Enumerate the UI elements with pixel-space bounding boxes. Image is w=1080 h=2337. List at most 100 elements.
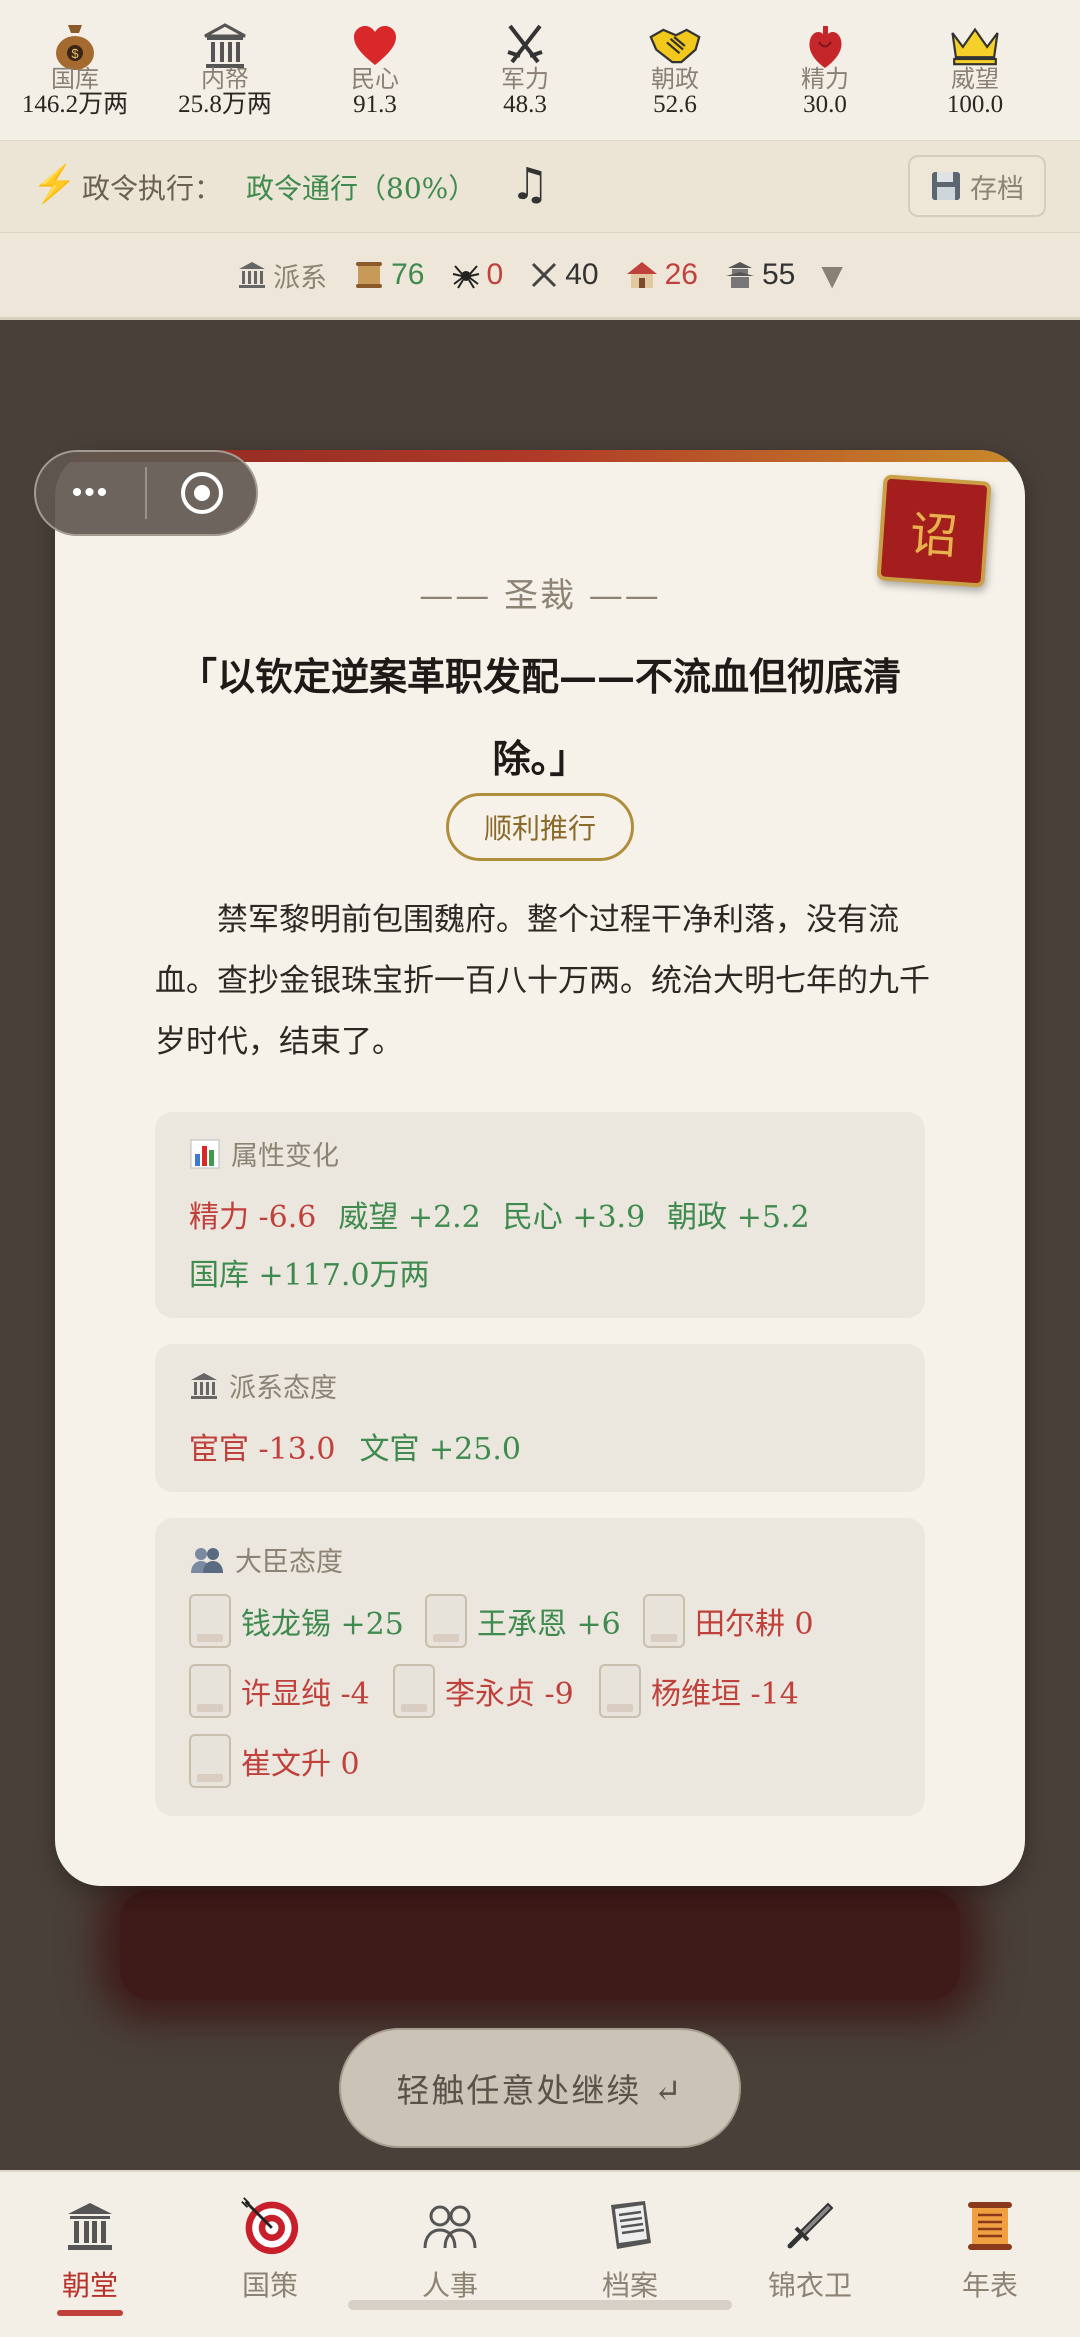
attribute-change: 威望 +2.2 [338, 1200, 481, 1235]
faction-label: 派系 [237, 256, 327, 295]
minister-entry[interactable]: 杨维垣 -14 [599, 1664, 799, 1718]
archive-icon [600, 2196, 660, 2256]
stat-label: 精力 [801, 65, 849, 93]
faction-label-text: 派系 [273, 262, 328, 294]
stat-label: 国库 [51, 65, 99, 93]
minister-portrait [643, 1594, 685, 1648]
floppy-disk-icon [932, 172, 960, 200]
nav-item-court[interactable]: 朝堂 [0, 2172, 180, 2337]
chevron-down-icon[interactable]: ▼ [821, 259, 843, 292]
stat-court[interactable]: 朝政 52.6 [600, 0, 750, 140]
minister-change: 李永贞 -9 [445, 1677, 574, 1712]
stats-bar: $ 国库 146.2万两 内帑 25.8万两 民心 91.3 军力 48.3 朝… [0, 0, 1080, 140]
minister-portrait [189, 1664, 231, 1718]
result-badge: 顺利推行 [446, 793, 634, 861]
minister-entry[interactable]: 许显纯 -4 [189, 1664, 370, 1718]
minister-entry[interactable]: 田尔耕 0 [643, 1594, 814, 1648]
temple-icon [239, 262, 266, 288]
attribute-row: 国库 +117.0万两 [189, 1250, 430, 1294]
nav-item-personnel[interactable]: 人事 [360, 2172, 540, 2337]
minister-entry[interactable]: 崔文升 0 [189, 1734, 360, 1788]
music-note-icon[interactable]: ♫ [510, 159, 549, 210]
minister-entry[interactable]: 王承恩 +6 [425, 1594, 621, 1648]
faction-header-label: 派系态度 [229, 1373, 337, 1404]
nav-label: 国策 [241, 2269, 298, 2302]
faction-eunuchs: 55 [724, 258, 795, 292]
stat-popularity[interactable]: 民心 91.3 [300, 0, 450, 140]
stat-label: 军力 [501, 65, 549, 93]
minister-change: 杨维垣 -14 [651, 1677, 799, 1712]
minister-change: 崔文升 0 [241, 1747, 360, 1782]
close-target-icon[interactable] [147, 470, 256, 516]
nav-item-timeline[interactable]: 年表 [900, 2172, 1080, 2337]
minister-change: 钱龙锡 +25 [241, 1607, 404, 1642]
dagger-icon [780, 2196, 840, 2256]
bar-chart-icon [190, 1139, 220, 1168]
faction-change: 宦官 -13.0 [189, 1432, 336, 1467]
scroll-icon [356, 262, 383, 288]
stat-value: 48.3 [503, 91, 547, 118]
minister-header-label: 大臣态度 [235, 1547, 343, 1578]
nav-item-guard[interactable]: 锦衣卫 [720, 2172, 900, 2337]
faction-value: 55 [761, 258, 796, 291]
minister-change: 许显纯 -4 [241, 1677, 370, 1712]
minister-change: 王承恩 +6 [477, 1607, 621, 1642]
narrative-text: 禁军黎明前包围魏府。整个过程干净利落，没有流血。查抄金银珠宝折一百八十万两。统治… [155, 902, 930, 1060]
stat-prestige[interactable]: 威望 100.0 [900, 0, 1050, 140]
bottom-nav: 朝堂 国策 人事 档案 锦衣卫 年表 [0, 2170, 1080, 2337]
faction-change-row: 宦官 -13.0 文官 +25.0 [189, 1424, 521, 1468]
people-icon [191, 1547, 223, 1573]
attribute-change: 民心 +3.9 [502, 1200, 646, 1235]
minister-change: 田尔耕 0 [695, 1607, 814, 1642]
stat-inner-treasury[interactable]: 内帑 25.8万两 [150, 0, 300, 140]
faction-value: 26 [664, 258, 698, 291]
attribute-change: 国库 +117.0万两 [189, 1258, 430, 1293]
more-menu-icon[interactable]: ••• [36, 476, 145, 510]
pagoda-icon [725, 262, 754, 288]
stat-energy[interactable]: 精力 30.0 [750, 0, 900, 140]
nav-label: 年表 [961, 2269, 1018, 2302]
save-button[interactable]: 存档 [908, 155, 1046, 217]
stat-military[interactable]: 军力 48.3 [450, 0, 600, 140]
faction-value: 0 [486, 258, 504, 291]
edict-result-card: 诏 —— 圣裁 —— 「以钦定逆案革职发配——不流血但彻底清除。」 顺利推行 禁… [55, 450, 1025, 1886]
crossed-swords-icon [532, 262, 557, 288]
attribute-change: 朝政 +5.2 [667, 1200, 810, 1235]
edict-execution-bar: ⚡ 政令执行： 政令通行（80%） ♫ 存档 [0, 140, 1080, 232]
attribute-changes-panel: 属性变化 精力 -6.6 威望 +2.2 民心 +3.9 朝政 +5.2 国库 … [155, 1112, 925, 1318]
temple-icon [60, 2196, 120, 2256]
minister-entry[interactable]: 李永贞 -9 [393, 1664, 574, 1718]
stat-value: 146.2万两 [21, 91, 129, 118]
stat-value: 100.0 [946, 91, 1004, 118]
attribute-header-label: 属性变化 [231, 1141, 339, 1172]
nav-label: 朝堂 [61, 2269, 118, 2302]
minister-portrait [425, 1594, 467, 1648]
lightning-icon: ⚡ [32, 164, 77, 205]
tap-to-continue-button[interactable]: 轻触任意处继续 ↵ [339, 2028, 741, 2148]
minister-entry[interactable]: 钱龙锡 +25 [189, 1594, 404, 1648]
minister-portrait [599, 1664, 641, 1718]
save-label: 存档 [970, 173, 1024, 205]
stat-value: 25.8万两 [178, 91, 272, 118]
faction-change: 文官 +25.0 [359, 1432, 521, 1467]
card-title: —— 圣裁 —— [419, 576, 661, 616]
attribute-row: 精力 -6.6 威望 +2.2 民心 +3.9 朝政 +5.2 [189, 1192, 810, 1236]
temple-icon [191, 1372, 217, 1399]
nav-item-policy[interactable]: 国策 [180, 2172, 360, 2337]
minister-portrait [393, 1664, 435, 1718]
house-icon [626, 262, 657, 288]
svg-text:$: $ [71, 46, 79, 61]
faction-summary-bar[interactable]: 派系 76 0 40 26 55 ▼ [0, 232, 1080, 320]
spider-icon [452, 265, 479, 289]
home-indicator[interactable] [348, 2300, 732, 2310]
stat-treasury[interactable]: $ 国库 146.2万两 [0, 0, 150, 140]
minister-attitude-header: 大臣态度 [189, 1540, 343, 1579]
nav-item-archive[interactable]: 档案 [540, 2172, 720, 2337]
stat-value: 30.0 [803, 91, 847, 118]
minister-attitude-panel: 大臣态度 钱龙锡 +25 王承恩 +6 田尔耕 0 许显纯 -4 李永贞 -9 … [155, 1518, 925, 1816]
stat-label: 民心 [351, 65, 399, 93]
faction-spies: 0 [451, 258, 504, 292]
faction-attitude-panel: 派系态度 宦官 -13.0 文官 +25.0 [155, 1344, 925, 1492]
nav-label: 档案 [601, 2269, 658, 2302]
exec-label: 政令执行： [82, 172, 223, 205]
